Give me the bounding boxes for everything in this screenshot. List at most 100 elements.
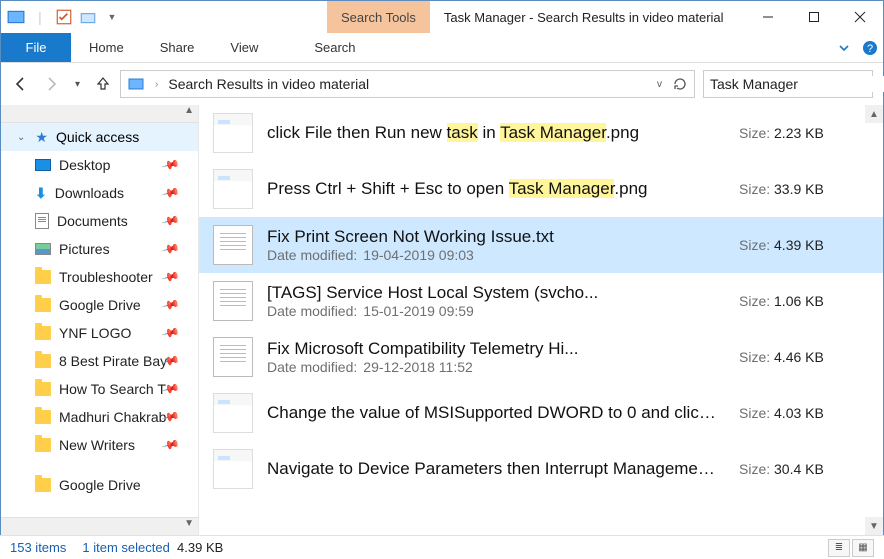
result-row[interactable]: Navigate to Device Parameters then Inter…	[199, 441, 883, 497]
nav-item-label: New Writers	[59, 437, 135, 453]
quick-access-header[interactable]: ⌄ ★ Quick access	[1, 123, 198, 151]
file-thumbnail	[213, 281, 253, 321]
nav-item-label: Google Drive	[59, 297, 141, 313]
up-button[interactable]	[94, 75, 112, 93]
nav-item[interactable]: ⬇Downloads📌	[1, 179, 198, 207]
result-row[interactable]: Change the value of MSISupported DWORD t…	[199, 385, 883, 441]
nav-item[interactable]: Pictures 📌	[1, 235, 198, 263]
close-button[interactable]	[837, 1, 883, 33]
quick-access-toolbar: | ▼	[1, 1, 127, 33]
quick-access-label: Quick access	[56, 129, 139, 145]
nav-item[interactable]: Troubleshooter 📌	[1, 263, 198, 291]
nav-item[interactable]: 8 Best Pirate Bay📌	[1, 347, 198, 375]
result-row[interactable]: click File then Run new task in Task Man…	[199, 105, 883, 161]
file-size: Size: 30.4 KB	[735, 461, 865, 477]
breadcrumb[interactable]: Search Results in video material	[168, 76, 647, 92]
details-view-button[interactable]: ≣	[828, 539, 850, 557]
nav-item[interactable]: YNF LOGO 📌	[1, 319, 198, 347]
nav-item-label: Troubleshooter	[59, 269, 153, 285]
file-thumbnail	[213, 113, 253, 153]
nav-item[interactable]: Documents 📌	[1, 207, 198, 235]
help-icon[interactable]: ?	[857, 33, 883, 62]
file-thumbnail	[213, 225, 253, 265]
nav-item-label: Madhuri Chakrab	[59, 409, 166, 425]
nav-scroll-down-icon[interactable]: ▼	[1, 517, 198, 535]
file-name: Fix Microsoft Compatibility Telemetry Hi…	[267, 339, 721, 359]
nav-item-label: 8 Best Pirate Bay	[59, 353, 167, 369]
tab-home[interactable]: Home	[71, 33, 142, 62]
ribbon-collapse-icon[interactable]	[831, 33, 857, 62]
nav-item[interactable]: New Writers📌	[1, 431, 198, 459]
ribbon-tabs: File Home Share View Search ?	[1, 33, 883, 63]
nav-item[interactable]: Madhuri Chakrab📌	[1, 403, 198, 431]
nav-item-label: How To Search T	[59, 381, 166, 397]
status-item-count: 153 items	[10, 540, 66, 555]
navigation-pane: ▲ ⌄ ★ Quick access Desktop📌⬇Downloads📌Do…	[1, 105, 199, 535]
file-tab[interactable]: File	[1, 33, 71, 62]
tab-share[interactable]: Share	[142, 33, 213, 62]
window-title: Task Manager - Search Results in video m…	[430, 10, 745, 25]
nav-scroll-up-icon[interactable]: ▲	[1, 105, 198, 123]
result-row[interactable]: Press Ctrl + Shift + Esc to open Task Ma…	[199, 161, 883, 217]
nav-item-google-drive-2[interactable]: Google Drive	[1, 471, 198, 499]
folder-icon	[35, 410, 51, 424]
breadcrumb-chevron-icon[interactable]: ›	[155, 79, 158, 90]
tab-view[interactable]: View	[212, 33, 276, 62]
qat-separator: |	[31, 8, 49, 26]
file-size: Size: 1.06 KB	[735, 293, 865, 309]
maximize-button[interactable]	[791, 1, 837, 33]
pin-icon: 📌	[161, 183, 181, 203]
address-bar[interactable]: › Search Results in video material v	[120, 70, 695, 98]
new-folder-icon[interactable]	[79, 8, 97, 26]
folder-icon	[35, 270, 51, 284]
tiles-view-button[interactable]: ▦	[852, 539, 874, 557]
refresh-icon[interactable]	[672, 76, 688, 92]
content-scroll-up-icon[interactable]: ▲	[865, 105, 883, 123]
content-scroll-down-icon[interactable]: ▼	[865, 517, 883, 535]
folder-icon	[35, 478, 51, 492]
qat-dropdown-icon[interactable]: ▼	[103, 8, 121, 26]
results-list: ▲ click File then Run new task in Task M…	[199, 105, 883, 535]
search-input[interactable]	[710, 76, 884, 92]
nav-item-label: Google Drive	[59, 477, 141, 493]
pin-icon: 📌	[161, 267, 181, 287]
nav-item[interactable]: Google Drive📌	[1, 291, 198, 319]
pin-icon: 📌	[161, 211, 181, 231]
status-bar: 153 items 1 item selected 4.39 KB ≣ ▦	[0, 535, 884, 559]
pin-icon: 📌	[161, 239, 181, 259]
file-name: Change the value of MSISupported DWORD t…	[267, 403, 721, 423]
minimize-button[interactable]	[745, 1, 791, 33]
address-dropdown-icon[interactable]: v	[657, 79, 662, 90]
forward-button[interactable]	[43, 75, 61, 93]
folder-icon	[35, 438, 51, 452]
folder-icon	[35, 354, 51, 368]
back-button[interactable]	[11, 75, 29, 93]
nav-item-label: Pictures	[59, 241, 110, 257]
file-name: Fix Print Screen Not Working Issue.txt	[267, 227, 721, 247]
nav-item-label: Documents	[57, 213, 128, 229]
nav-item-label: YNF LOGO	[59, 325, 131, 341]
documents-icon	[35, 213, 49, 229]
properties-icon[interactable]	[55, 8, 73, 26]
file-name: Press Ctrl + Shift + Esc to open Task Ma…	[267, 179, 721, 199]
nav-item-label: Downloads	[55, 185, 124, 201]
title-bar: | ▼ Search Tools Task Manager - Search R…	[1, 1, 883, 33]
recent-locations-dropdown-icon[interactable]: ▾	[75, 79, 80, 90]
nav-item[interactable]: How To Search T📌	[1, 375, 198, 403]
nav-item[interactable]: Desktop📌	[1, 151, 198, 179]
location-icon	[127, 75, 145, 93]
result-row[interactable]: Fix Microsoft Compatibility Telemetry Hi…	[199, 329, 883, 385]
file-thumbnail	[213, 393, 253, 433]
pictures-icon	[35, 243, 51, 255]
collapse-icon[interactable]: ⌄	[17, 132, 25, 143]
tab-search[interactable]: Search	[296, 33, 373, 62]
result-row[interactable]: Fix Print Screen Not Working Issue.txtDa…	[199, 217, 883, 273]
file-subline: Date modified:19-04-2019 09:03	[267, 247, 721, 263]
star-icon: ★	[35, 129, 48, 146]
result-row[interactable]: [TAGS] Service Host Local System (svcho.…	[199, 273, 883, 329]
pin-icon: 📌	[161, 155, 181, 175]
context-tab-header: Search Tools	[327, 1, 430, 33]
file-subline: Date modified:15-01-2019 09:59	[267, 303, 721, 319]
pin-icon: 📌	[161, 323, 181, 343]
search-box[interactable]: ✕	[703, 70, 873, 98]
